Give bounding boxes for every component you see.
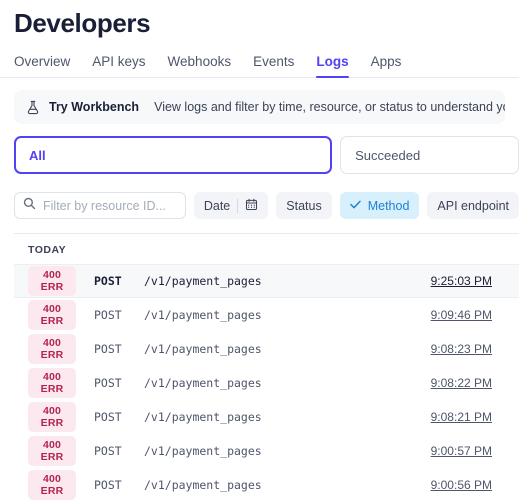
log-path: /v1/payment_pages bbox=[144, 308, 262, 323]
log-path: /v1/payment_pages bbox=[144, 376, 262, 391]
check-icon bbox=[349, 200, 361, 212]
search-box[interactable] bbox=[14, 192, 186, 220]
log-timestamp[interactable]: 9:09:46 PM bbox=[431, 308, 492, 322]
log-timestamp[interactable]: 9:00:57 PM bbox=[431, 444, 492, 458]
log-group-header: TODAY bbox=[28, 244, 67, 257]
tab-webhooks[interactable]: Webhooks bbox=[168, 54, 232, 77]
banner-description: View logs and filter by time, resource, … bbox=[154, 100, 505, 115]
table-row[interactable]: 400 ERR POST /v1/payment_pages 9:08:22 P… bbox=[14, 366, 519, 400]
log-timestamp[interactable]: 9:00:56 PM bbox=[431, 478, 492, 492]
chip-api-endpoint[interactable]: API endpoint bbox=[427, 192, 519, 220]
log-timestamp[interactable]: 9:08:22 PM bbox=[431, 376, 492, 390]
flask-icon bbox=[26, 100, 40, 115]
chip-method[interactable]: Method bbox=[339, 192, 420, 220]
chip-date[interactable]: Date bbox=[193, 192, 269, 220]
log-method: POST bbox=[94, 274, 122, 289]
chip-status-label: Status bbox=[286, 198, 322, 213]
log-method: POST bbox=[94, 308, 122, 323]
log-method: POST bbox=[94, 444, 122, 459]
tab-logs[interactable]: Logs bbox=[316, 54, 349, 79]
log-timestamp[interactable]: 9:08:21 PM bbox=[431, 410, 492, 424]
log-path: /v1/payment_pages bbox=[144, 410, 262, 425]
chip-api-endpoint-label: API endpoint bbox=[437, 198, 509, 213]
log-path: /v1/payment_pages bbox=[144, 274, 262, 289]
log-path: /v1/payment_pages bbox=[144, 478, 262, 493]
log-method: POST bbox=[94, 410, 122, 425]
status-badge: 400 ERR bbox=[28, 470, 76, 500]
segment-all[interactable]: All bbox=[14, 136, 333, 175]
status-badge: 400 ERR bbox=[28, 436, 76, 467]
log-method: POST bbox=[94, 478, 122, 493]
filter-toolbar: Date Status Method API endpoint bbox=[14, 192, 519, 220]
log-timestamp[interactable]: 9:25:03 PM bbox=[431, 274, 492, 288]
segment-filters: All Succeeded bbox=[14, 136, 519, 175]
page-title: Developers bbox=[14, 8, 151, 38]
log-timestamp[interactable]: 9:08:23 PM bbox=[431, 342, 492, 356]
status-badge: 400 ERR bbox=[28, 402, 76, 433]
log-panel: TODAY 400 ERR POST /v1/payment_pages 9:2… bbox=[14, 233, 519, 500]
main-tabbar: Overview API keys Webhooks Events Logs A… bbox=[0, 39, 519, 79]
tab-overview[interactable]: Overview bbox=[14, 54, 70, 77]
status-badge: 400 ERR bbox=[28, 300, 76, 331]
chip-method-label: Method bbox=[367, 198, 410, 213]
log-path: /v1/payment_pages bbox=[144, 342, 262, 357]
chip-divider bbox=[237, 198, 239, 213]
status-badge: 400 ERR bbox=[28, 334, 76, 365]
segment-succeeded[interactable]: Succeeded bbox=[340, 136, 519, 175]
search-input[interactable] bbox=[43, 198, 177, 213]
table-row[interactable]: 400 ERR POST /v1/payment_pages 9:00:57 P… bbox=[14, 434, 519, 468]
try-workbench-banner[interactable]: Try Workbench View logs and filter by ti… bbox=[14, 90, 505, 125]
tab-apps[interactable]: Apps bbox=[371, 54, 402, 77]
tab-events[interactable]: Events bbox=[253, 54, 294, 77]
tab-api-keys[interactable]: API keys bbox=[92, 54, 145, 77]
chip-date-label: Date bbox=[203, 198, 231, 213]
log-method: POST bbox=[94, 342, 122, 357]
developers-logs-page: Developers Overview API keys Webhooks Ev… bbox=[0, 0, 519, 500]
status-badge: 400 ERR bbox=[28, 266, 76, 297]
table-row[interactable]: 400 ERR POST /v1/payment_pages 9:08:21 P… bbox=[14, 400, 519, 434]
table-row[interactable]: 400 ERR POST /v1/payment_pages 9:00:56 P… bbox=[14, 468, 519, 500]
table-row[interactable]: 400 ERR POST /v1/payment_pages 9:08:23 P… bbox=[14, 332, 519, 366]
log-method: POST bbox=[94, 376, 122, 391]
log-path: /v1/payment_pages bbox=[144, 444, 262, 459]
banner-title: Try Workbench bbox=[49, 100, 140, 115]
table-row[interactable]: 400 ERR POST /v1/payment_pages 9:25:03 P… bbox=[14, 264, 519, 299]
status-badge: 400 ERR bbox=[28, 368, 76, 399]
chip-status[interactable]: Status bbox=[276, 192, 332, 220]
calendar-icon bbox=[245, 198, 258, 214]
table-row[interactable]: 400 ERR POST /v1/payment_pages 9:09:46 P… bbox=[14, 298, 519, 332]
search-icon bbox=[23, 197, 36, 215]
